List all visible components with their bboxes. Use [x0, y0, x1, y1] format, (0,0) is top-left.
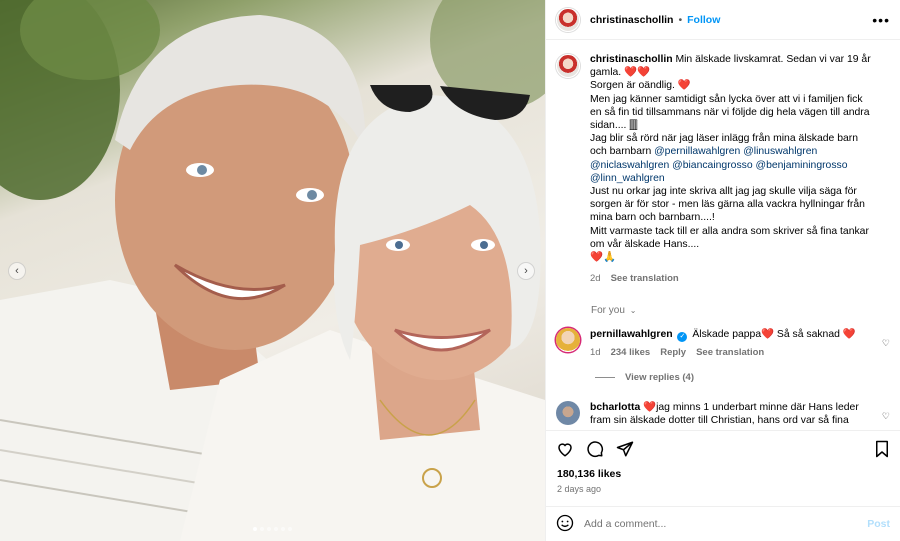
reply-button[interactable]: Reply: [660, 346, 686, 360]
comment-likes[interactable]: 234 likes: [611, 346, 651, 360]
mention-link[interactable]: @linn_wahlgren: [590, 173, 665, 184]
see-translation-button[interactable]: See translation: [611, 272, 679, 285]
carousel-dot: [267, 527, 271, 531]
comment-like-heart-icon[interactable]: ♡: [882, 411, 890, 422]
carousel-next-button[interactable]: ›: [517, 262, 535, 280]
comment-icon[interactable]: [586, 440, 604, 458]
caption-age: 2d: [590, 273, 601, 285]
post-header: christinaschollin • Follow •••: [546, 0, 900, 40]
comment-text: Älskade pappa❤️ Så så saknad ❤️: [692, 329, 856, 341]
sort-label: For you: [591, 305, 625, 317]
separator-dot: •: [678, 13, 683, 26]
comment-input[interactable]: [584, 518, 868, 530]
caption-line: Mitt varmaste tack till er alla andra so…: [590, 225, 869, 250]
carousel-dot: [253, 527, 257, 531]
view-replies-label: View replies (4): [625, 371, 694, 383]
post-comment-button[interactable]: Post: [867, 518, 890, 530]
comment-meta: 1d 234 likes Reply See translation: [590, 346, 860, 360]
likes-count[interactable]: 180,136 likes: [557, 468, 621, 480]
mention-link[interactable]: @pernillawahlgren: [654, 146, 740, 157]
mention-link[interactable]: @biancaingrosso: [672, 160, 752, 171]
avatar[interactable]: [556, 400, 580, 425]
divider: [595, 376, 615, 378]
caption-line: Men jag känner samtidigt sån lycka över …: [590, 93, 870, 132]
post-date: 2 days ago: [557, 484, 602, 494]
carousel-dot: [274, 527, 278, 531]
comment-body: bcharlotta ❤️jag minns 1 underbart minne…: [590, 401, 860, 428]
post-side-panel: christinaschollin • Follow ••• christina…: [545, 0, 900, 541]
caption-body: christinaschollin Min älskade livskamrat…: [590, 53, 875, 285]
avatar[interactable]: [556, 54, 580, 78]
comment-username[interactable]: pernillawahlgren: [590, 329, 673, 340]
photo-illustration: [0, 0, 545, 541]
carousel-dot: [260, 527, 264, 531]
comment-username[interactable]: bcharlotta: [590, 402, 640, 413]
mention-link[interactable]: @linuswahlgren: [743, 146, 817, 157]
bookmark-icon[interactable]: [874, 440, 890, 458]
comment-age: 1d: [590, 347, 601, 359]
caption: christinaschollin Min älskade livskamrat…: [546, 41, 900, 285]
carousel-prev-button[interactable]: ‹: [8, 262, 26, 280]
comment-body: pernillawahlgren ✓ Älskade pappa❤️ Så så…: [590, 328, 860, 360]
emoji-icon[interactable]: [556, 514, 574, 535]
more-icon[interactable]: •••: [872, 12, 890, 28]
comment: pernillawahlgren ✓ Älskade pappa❤️ Så så…: [546, 328, 900, 360]
carousel-dots: [0, 527, 545, 531]
avatar[interactable]: [556, 328, 580, 353]
caption-username[interactable]: christinaschollin: [590, 54, 673, 65]
caption-meta: 2d See translation: [590, 272, 875, 285]
see-translation-button[interactable]: See translation: [696, 346, 764, 360]
avatar[interactable]: [556, 7, 580, 32]
post-username[interactable]: christinaschollin: [590, 14, 673, 26]
comment-sort-dropdown[interactable]: For you ⌄: [591, 305, 900, 316]
caption-line: Sorgen är oändlig. ❤️: [590, 80, 691, 92]
heart-icon[interactable]: [556, 440, 574, 458]
carousel-dot: [281, 527, 285, 531]
share-icon[interactable]: [616, 440, 634, 458]
mention-link[interactable]: @niclaswahlgren: [590, 160, 669, 171]
post-photo[interactable]: ‹ ›: [0, 0, 545, 541]
comment-like-heart-icon[interactable]: ♡: [882, 338, 890, 349]
verified-badge-icon: ✓: [677, 332, 688, 343]
follow-button[interactable]: Follow: [687, 14, 720, 26]
carousel-dot: [288, 527, 292, 531]
post-action-bar: [546, 430, 900, 467]
mention-link[interactable]: @benjaminingrosso: [756, 160, 848, 171]
chevron-down-icon: ⌄: [629, 306, 637, 316]
comment-composer: Post: [546, 506, 900, 541]
caption-line: Just nu orkar jag inte skriva allt jag j…: [590, 186, 865, 224]
view-replies-button[interactable]: View replies (4): [595, 372, 900, 383]
comments-scroll-area[interactable]: christinaschollin Min älskade livskamrat…: [546, 41, 900, 428]
comment: bcharlotta ❤️jag minns 1 underbart minne…: [546, 400, 900, 428]
caption-line: ❤️🙏: [590, 252, 616, 264]
